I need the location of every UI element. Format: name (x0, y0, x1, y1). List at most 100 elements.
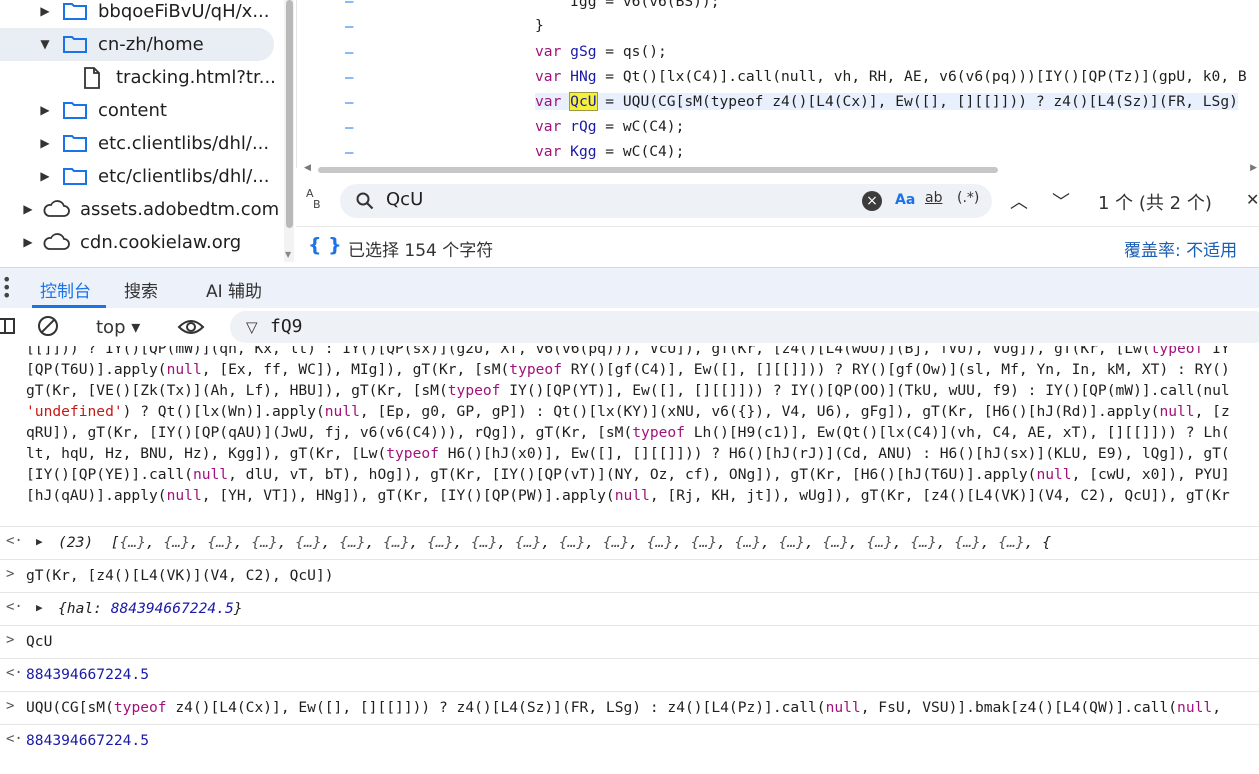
expand-triangle-icon[interactable]: ▶ (36, 535, 43, 548)
console-output[interactable]: [[]])) ? IY()[QP(mW)](qh, Kx, lt) : IY()… (0, 346, 1259, 774)
console-output-line: [hJ(qAU)].apply(null, [YH, VT]), HNg]), … (26, 487, 1230, 504)
whole-word-toggle[interactable]: ab (925, 190, 942, 206)
search-query[interactable]: QcU (386, 189, 423, 210)
search-input[interactable]: QcU × Aa ab (.*) (340, 184, 992, 218)
chevron-down-icon[interactable]: ▼ (38, 28, 52, 61)
tree-item-folder[interactable]: ▶ bbqoeFiBvU/qH/x... (0, 0, 280, 28)
tree-item-file[interactable]: tracking.html?tr... (0, 61, 280, 94)
prompt-icon: > (6, 632, 15, 648)
code-identifier: gSg (570, 43, 597, 60)
tree-item-label: tracking.html?tr... (116, 67, 276, 88)
console-filter-input[interactable]: ▽ fQ9 (230, 311, 1259, 343)
filter-text[interactable]: fQ9 (270, 316, 303, 337)
tree-item-folder[interactable]: ▼ cn-zh/home (0, 28, 274, 61)
chevron-right-icon[interactable]: ▶ (21, 193, 35, 226)
console-result-row: <· 884394667224.5 (0, 724, 1259, 758)
console-toolbar: top ▾ ▽ fQ9 (0, 308, 1259, 347)
chevron-up-icon[interactable]: ︿ (1010, 188, 1028, 214)
console-command: UQU(CG[sM(typeof z4()[L4(Cx)], Ew([], []… (26, 699, 1221, 716)
console-result-value: 884394667224.5 (26, 666, 150, 683)
chevron-right-icon[interactable]: ▶ (21, 226, 35, 259)
tree-item-domain[interactable]: ▶ assets.adobedtm.com (0, 193, 280, 226)
code-line: } (535, 17, 544, 34)
folder-icon (63, 102, 87, 119)
prompt-icon: > (6, 698, 15, 714)
result-arrow-icon: <· (6, 599, 23, 615)
console-output-line: 'undefined') ? Qt()[lx(Wn)].apply(null, … (26, 403, 1230, 420)
code-scrollbar-thumb[interactable] (318, 167, 998, 173)
code-rest: = qs(); (596, 43, 667, 60)
scroll-right-arrow-icon[interactable]: ▶ (1250, 163, 1257, 173)
tree-item-folder[interactable]: ▶ etc.clientlibs/dhl/... (0, 127, 280, 160)
code-identifier: rQg (570, 118, 597, 135)
gutter-marker: – (345, 0, 354, 10)
console-output-line: lt, hqU, Hz, BNU, Hz), Kgg]), gT(Kr, [Lw… (26, 445, 1230, 462)
result-arrow-icon: <· (6, 665, 23, 681)
tree-item-label: cdn.cookielaw.org (80, 232, 242, 253)
console-output-line: [IY()[QP(YE)].call(null, dlU, vT, bT), h… (26, 466, 1230, 483)
chevron-right-icon[interactable]: ▶ (38, 127, 52, 160)
console-result-row[interactable]: <· ▶ {hal: 884394667224.5} (0, 592, 1259, 626)
clear-console-icon[interactable] (38, 316, 58, 336)
code-line: Igg = v6(v6(BS)); (535, 0, 720, 10)
gutter-marker: – (345, 45, 354, 61)
result-arrow-icon: <· (6, 731, 23, 747)
code-identifier: HNg (570, 68, 597, 85)
folder-icon (63, 3, 87, 20)
pretty-print-icon[interactable]: { } (308, 234, 342, 256)
scroll-left-arrow-icon[interactable]: ◀ (304, 163, 311, 173)
code-keyword: var (535, 118, 562, 135)
console-input-row: > QcU (0, 625, 1259, 659)
tab-ai-assistance[interactable]: AI 辅助 (206, 277, 262, 302)
gutter-marker: – (345, 120, 354, 136)
console-result-row: <· 884394667224.5 (0, 658, 1259, 692)
code-line: var Kgg = wC(C4); (535, 143, 684, 160)
close-icon[interactable]: ✕ (1246, 190, 1259, 209)
regex-toggle[interactable]: (.*) (957, 190, 979, 206)
console-output-line: [[]])) ? IY()[QP(mW)](qh, Kx, lt) : IY()… (26, 346, 1230, 357)
chevron-down-icon[interactable]: ﹀ (1052, 188, 1070, 214)
gutter-marker: – (345, 145, 354, 161)
gutter-marker: – (345, 95, 354, 111)
match-case-toggle[interactable]: Aa (895, 192, 915, 208)
replace-toggle-icon[interactable]: A B (306, 188, 321, 210)
tree-item-label: bbqoeFiBvU/qH/x... (98, 1, 270, 22)
selection-info: 已选择 154 个字符 (348, 241, 494, 261)
context-select[interactable]: top ▾ (96, 317, 140, 338)
drawer-tabbar: • • • 控制台 搜索 AI 辅助 (0, 267, 1259, 308)
more-vert-icon[interactable]: • • • (2, 272, 11, 304)
code-line: var gSg = qs(); (535, 43, 667, 60)
editor-status-bar: { } 已选择 154 个字符 覆盖率: 不适用 (296, 226, 1259, 267)
tree-item-folder[interactable]: ▶ etc/clientlibs/dhl/... (0, 160, 280, 193)
expand-triangle-icon[interactable]: ▶ (36, 601, 43, 614)
array-preview[interactable]: (23) [{…}, {…}, {…}, {…}, {…}, {…}, {…},… (58, 534, 1051, 551)
source-editor[interactable]: – Igg = v6(v6(BS)); – } – var gSg = qs()… (296, 0, 1259, 168)
chevron-right-icon[interactable]: ▶ (38, 0, 52, 28)
tree-item-domain[interactable]: ▶ cdn.cookielaw.org (0, 226, 280, 259)
code-rest: = UQU(CG[sM(typeof z4()[L4(Cx)], Ew([], … (596, 93, 1238, 110)
code-horizontal-scrollbar[interactable]: ◀ ▶ (300, 163, 1259, 175)
code-line-selected: var QcU = UQU(CG[sM(typeof z4()[L4(Cx)],… (535, 92, 1238, 111)
scroll-down-arrow-icon[interactable]: ▼ (285, 250, 291, 259)
coverage-link[interactable]: 覆盖率: 不适用 (1124, 236, 1237, 261)
code-rest: = wC(C4); (596, 143, 685, 160)
chevron-right-icon[interactable]: ▶ (38, 160, 52, 193)
object-preview[interactable]: {hal: 884394667224.5} (58, 600, 243, 617)
tab-console[interactable]: 控制台 (40, 277, 91, 302)
search-icon (356, 192, 374, 210)
code-keyword: var (535, 43, 562, 60)
gutter-marker: – (345, 70, 354, 86)
tab-search[interactable]: 搜索 (124, 277, 158, 302)
sidebar-toggle-icon[interactable] (0, 318, 15, 334)
tree-item-folder[interactable]: ▶ content (0, 94, 280, 127)
code-identifier: Kgg (570, 143, 597, 160)
console-input-row: > gT(Kr, [z4()[L4(VK)](V4, C2), QcU]) (0, 559, 1259, 593)
code-keyword: var (535, 68, 562, 85)
tree-scrollbar-thumb[interactable] (286, 0, 293, 228)
chevron-right-icon[interactable]: ▶ (38, 94, 52, 127)
tree-scrollbar[interactable]: ▼ (284, 0, 294, 262)
eye-icon[interactable] (177, 317, 205, 337)
console-result-row[interactable]: <· ▶ (23) [{…}, {…}, {…}, {…}, {…}, {…},… (0, 526, 1259, 560)
clear-search-icon[interactable]: × (862, 191, 882, 211)
code-rest: = Qt()[lx(C4)].call(null, vh, RH, AE, v6… (596, 68, 1247, 85)
